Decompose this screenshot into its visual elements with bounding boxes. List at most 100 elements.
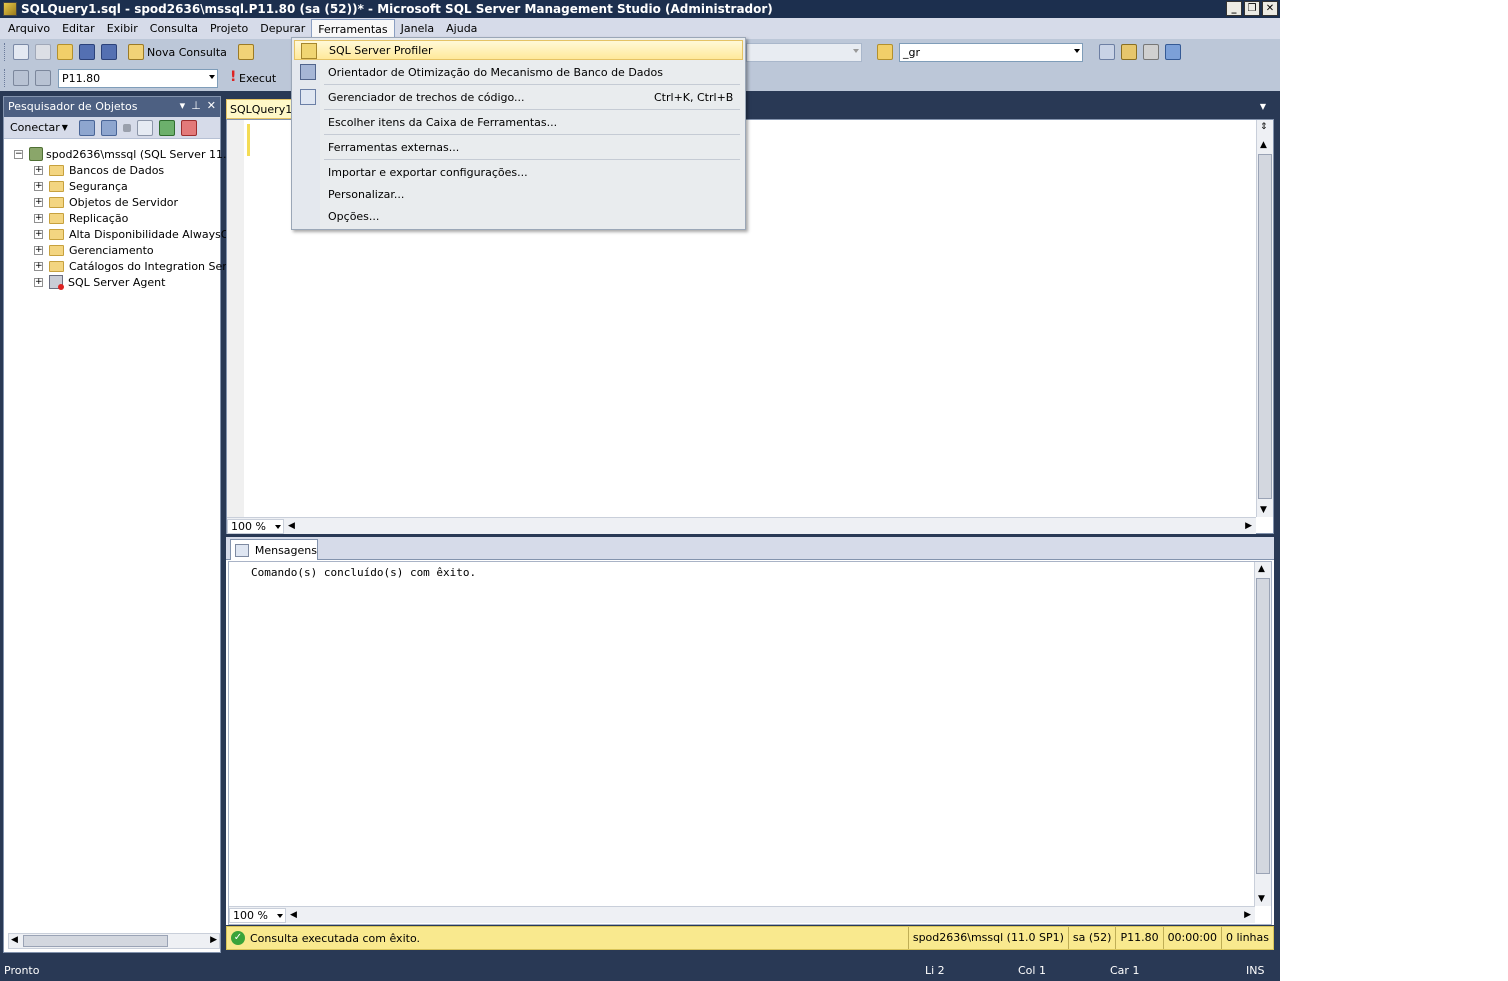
find-combo[interactable]: _gr: [899, 43, 1083, 62]
tree-node-databases[interactable]: + Bancos de Dados: [34, 162, 164, 178]
menu-projeto[interactable]: Projeto: [204, 19, 254, 38]
scroll-down-icon[interactable]: ▼: [1258, 894, 1265, 904]
menu-ferramentas[interactable]: Ferramentas: [311, 19, 395, 38]
save-icon[interactable]: [79, 44, 95, 60]
menu-item-customize[interactable]: Personalizar...: [294, 184, 743, 204]
scroll-left-icon[interactable]: ◀: [288, 521, 295, 531]
tree-node-alwayson[interactable]: + Alta Disponibilidade AlwaysOn: [34, 226, 236, 242]
query-status-bar: ✓ Consulta executada com êxito. spod2636…: [226, 926, 1274, 950]
menu-editar[interactable]: Editar: [56, 19, 101, 38]
clear-search-icon[interactable]: [180, 119, 197, 136]
tree-node-replication[interactable]: + Replicação: [34, 210, 128, 226]
results-vscroll[interactable]: ▲ ▼: [1254, 562, 1271, 906]
status-server: spod2636\mssql (11.0 SP1): [907, 927, 1068, 949]
tree-node-server[interactable]: − spod2636\mssql (SQL Server 11.0.: [14, 146, 237, 162]
object-explorer-tree: − spod2636\mssql (SQL Server 11.0. + Ban…: [4, 139, 237, 924]
menu-arquivo[interactable]: Arquivo: [2, 19, 56, 38]
tab-sqlquery1[interactable]: SQLQuery1.s: [226, 99, 296, 119]
collapse-icon[interactable]: −: [14, 149, 23, 159]
expand-icon[interactable]: +: [34, 213, 43, 223]
scroll-left-icon[interactable]: ◀: [11, 935, 18, 945]
save-all-icon[interactable]: [101, 44, 117, 60]
object-explorer-header: Pesquisador de Objetos ▾ ⊥ ✕: [4, 97, 220, 117]
stop-icon[interactable]: [122, 123, 131, 132]
object-explorer-toolbar: Conectar ▼: [4, 117, 220, 139]
disconnect-icon[interactable]: [35, 70, 51, 86]
split-icon[interactable]: ⇕: [1260, 122, 1268, 132]
scroll-left-icon[interactable]: ◀: [290, 910, 297, 920]
menu-ajuda[interactable]: Ajuda: [440, 19, 483, 38]
menu-item-import-export-settings[interactable]: Importar e exportar configurações...: [294, 162, 743, 182]
editor-vscroll[interactable]: ⇕ ▲ ▼: [1256, 120, 1273, 517]
new-project-icon[interactable]: [13, 44, 29, 60]
open-file-icon[interactable]: [57, 44, 73, 60]
pin-icon[interactable]: ⊥: [191, 99, 201, 112]
find-in-files-icon[interactable]: [877, 44, 893, 60]
scroll-right-icon[interactable]: ▶: [1245, 521, 1252, 531]
expand-icon[interactable]: +: [34, 197, 43, 207]
scroll-up-icon[interactable]: ▲: [1260, 140, 1267, 150]
new-query-icon[interactable]: [128, 44, 144, 60]
disconnect-object-explorer-icon[interactable]: [100, 119, 117, 136]
menu-depurar[interactable]: Depurar: [254, 19, 311, 38]
panel-menu-icon[interactable]: ▾: [180, 99, 186, 112]
close-button[interactable]: ✕: [1262, 1, 1278, 16]
scroll-right-icon[interactable]: ▶: [1244, 910, 1251, 920]
expand-icon[interactable]: +: [34, 261, 43, 271]
execute-button[interactable]: Execut: [239, 72, 276, 85]
panel-close-icon[interactable]: ✕: [207, 99, 216, 112]
expand-icon[interactable]: +: [34, 245, 43, 255]
new-query-button[interactable]: Nova Consulta: [147, 46, 227, 59]
connect-object-explorer-icon[interactable]: [78, 119, 95, 136]
expand-icon[interactable]: +: [34, 165, 43, 175]
object-explorer-hscroll[interactable]: ◀ ▶: [8, 933, 220, 949]
scroll-thumb[interactable]: [1256, 578, 1270, 874]
menu-item-choose-toolbox-items[interactable]: Escolher itens da Caixa de Ferramentas..…: [294, 112, 743, 132]
available-databases-combo[interactable]: P11.80: [58, 68, 218, 88]
expand-icon[interactable]: +: [34, 229, 43, 239]
connect-icon[interactable]: [13, 70, 29, 86]
properties-icon[interactable]: [1165, 44, 1181, 60]
tree-node-management[interactable]: + Gerenciamento: [34, 242, 154, 258]
refresh-icon[interactable]: [158, 119, 175, 136]
menu-consulta[interactable]: Consulta: [144, 19, 204, 38]
editor-zoom-combo[interactable]: 100 %: [227, 518, 284, 534]
scroll-up-icon[interactable]: ▲: [1258, 564, 1265, 574]
toolbox-icon[interactable]: [1143, 44, 1159, 60]
tab-messages[interactable]: Mensagens: [230, 539, 318, 560]
tree-node-integration-catalogs[interactable]: + Catálogos do Integration Servi: [34, 258, 236, 274]
registered-servers-icon[interactable]: [1099, 44, 1115, 60]
tree-node-server-objects[interactable]: + Objetos de Servidor: [34, 194, 178, 210]
restore-button[interactable]: ❐: [1244, 1, 1260, 16]
expand-icon[interactable]: +: [34, 181, 43, 191]
object-explorer-icon[interactable]: [1121, 44, 1137, 60]
menu-item-tuning-advisor[interactable]: Orientador de Otimização do Mecanismo de…: [294, 62, 743, 82]
filter-icon[interactable]: [136, 119, 153, 136]
scroll-down-icon[interactable]: ▼: [1260, 505, 1267, 515]
expand-icon[interactable]: +: [34, 277, 43, 287]
menu-exibir[interactable]: Exibir: [101, 19, 144, 38]
scroll-thumb[interactable]: [23, 935, 168, 947]
minimize-button[interactable]: _: [1226, 1, 1242, 16]
scroll-thumb[interactable]: [1258, 154, 1272, 499]
menu-item-snippets-manager[interactable]: Gerenciador de trechos de código... Ctrl…: [294, 87, 743, 107]
execute-icon[interactable]: !: [230, 70, 236, 86]
add-item-icon[interactable]: [35, 44, 51, 60]
tab-list-icon[interactable]: ▼: [1260, 102, 1266, 111]
database-engine-query-icon[interactable]: [237, 44, 254, 60]
menu-item-sql-server-profiler[interactable]: SQL Server Profiler: [294, 40, 743, 60]
tree-node-sql-agent[interactable]: + SQL Server Agent: [34, 274, 165, 290]
messages-body[interactable]: Comando(s) concluído(s) com êxito. ▲ ▼ 1…: [228, 561, 1272, 925]
tree-node-label: Objetos de Servidor: [69, 195, 179, 209]
scroll-right-icon[interactable]: ▶: [210, 935, 217, 945]
results-zoom-combo[interactable]: 100 %: [229, 907, 286, 923]
menu-item-options[interactable]: Opções...: [294, 206, 743, 226]
connect-dropdown-button[interactable]: Conectar: [10, 121, 60, 134]
chevron-down-icon[interactable]: ▼: [62, 123, 68, 132]
menu-janela[interactable]: Janela: [395, 19, 441, 38]
tree-node-security[interactable]: + Segurança: [34, 178, 128, 194]
messages-icon: [235, 543, 249, 557]
status-column: Col 1: [1018, 964, 1046, 977]
menu-item-external-tools[interactable]: Ferramentas externas...: [294, 137, 743, 157]
solution-config-combo: [746, 43, 862, 62]
